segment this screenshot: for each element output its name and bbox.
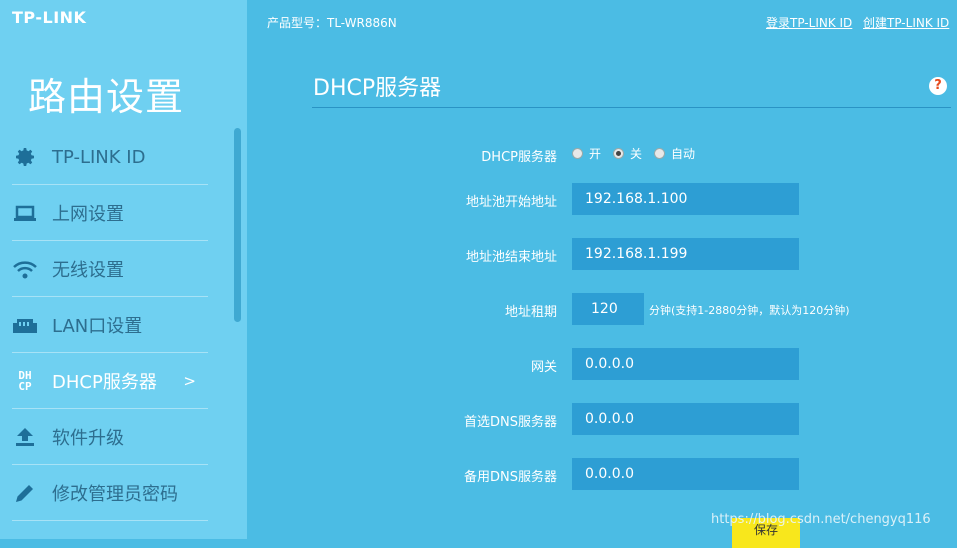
radio-option-on[interactable]: 开	[572, 145, 601, 162]
sidebar: TP-LINK 路由设置 TP-LINK ID 上网设置 无线设置 LAN口设置…	[0, 0, 247, 539]
lease-label: 地址租期	[504, 305, 557, 320]
lease-hint: 分钟(支持1-2880分钟，默认为120分钟)	[649, 304, 850, 317]
secondary-dns-input[interactable]	[572, 458, 799, 490]
sidebar-item-wireless[interactable]: 无线设置	[12, 242, 208, 297]
radio-on[interactable]	[572, 148, 583, 159]
radio-label-on: 开	[589, 147, 602, 161]
gateway-label: 网关	[530, 360, 557, 375]
radio-option-auto[interactable]: 自动	[654, 145, 695, 162]
sidebar-title: 路由设置	[28, 75, 185, 119]
secondary-dns-label: 备用DNS服务器	[464, 470, 557, 485]
dhcp-icon: DH CP	[18, 369, 32, 393]
sidebar-item-admin-password[interactable]: 修改管理员密码	[12, 466, 208, 521]
sidebar-item-internet[interactable]: 上网设置	[12, 186, 208, 241]
create-tp-link-id-link[interactable]: 创建TP-LINK ID	[863, 14, 949, 31]
gear-icon	[12, 144, 38, 170]
radio-label-auto: 自动	[671, 147, 696, 161]
title-divider	[312, 107, 951, 108]
sidebar-item-label: TP-LINK ID	[52, 146, 146, 168]
radio-label-off: 关	[630, 147, 643, 161]
sidebar-item-label: 无线设置	[52, 260, 124, 281]
model-label: 产品型号：TL-WR886N	[267, 16, 397, 30]
radio-off[interactable]	[613, 148, 625, 159]
wifi-icon	[12, 256, 38, 282]
pool-end-label: 地址池结束地址	[465, 250, 557, 265]
pool-start-label: 地址池开始地址	[465, 195, 557, 210]
radio-option-off[interactable]: 关	[613, 145, 642, 162]
primary-dns-input[interactable]	[572, 403, 799, 435]
help-icon[interactable]: ?	[929, 77, 947, 95]
tp-link-logo: TP-LINK	[12, 8, 87, 27]
dhcp-server-radio-group: 开 关 自动	[572, 145, 707, 162]
upload-icon	[12, 424, 38, 450]
pool-end-input[interactable]	[572, 238, 799, 270]
sidebar-item-label: 修改管理员密码	[52, 484, 178, 505]
sidebar-item-label: 软件升级	[52, 428, 124, 449]
gateway-input[interactable]	[572, 348, 799, 380]
watermark: https://blog.csdn.net/chengyq116	[711, 512, 931, 527]
sidebar-item-tp-link-id[interactable]: TP-LINK ID	[12, 130, 208, 185]
ethernet-port-icon	[12, 312, 38, 338]
page-title: DHCP服务器	[313, 76, 442, 101]
sidebar-item-label: DHCP服务器	[52, 372, 157, 393]
sidebar-scrollbar[interactable]	[234, 128, 241, 322]
sidebar-item-dhcp[interactable]: DH CP DHCP服务器 >	[12, 354, 208, 409]
dhcp-server-label: DHCP服务器	[481, 150, 557, 165]
pencil-icon	[12, 480, 38, 506]
laptop-icon	[12, 200, 38, 226]
lease-input[interactable]	[572, 293, 644, 325]
sidebar-item-lan[interactable]: LAN口设置	[12, 298, 208, 353]
pool-start-input[interactable]	[572, 183, 799, 215]
login-tp-link-id-link[interactable]: 登录TP-LINK ID	[766, 14, 852, 31]
chevron-right-icon: >	[183, 372, 196, 390]
sidebar-item-label: LAN口设置	[52, 316, 143, 337]
sidebar-item-label: 上网设置	[52, 204, 124, 225]
sidebar-item-upgrade[interactable]: 软件升级	[12, 410, 208, 465]
radio-auto[interactable]	[654, 148, 666, 159]
primary-dns-label: 首选DNS服务器	[464, 415, 557, 430]
